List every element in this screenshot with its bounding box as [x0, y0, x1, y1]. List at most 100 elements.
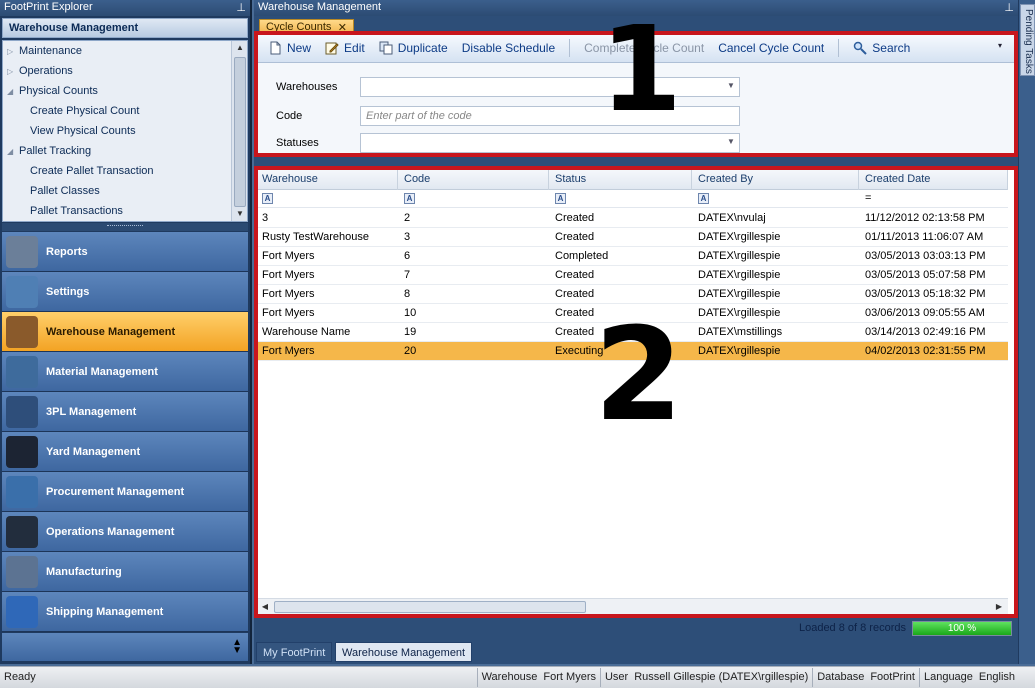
tree-item[interactable]: ◢ Physical Counts	[3, 81, 247, 101]
cell-created-by: DATEX\nvulaj	[698, 212, 766, 224]
tree-item-label: Maintenance	[19, 45, 82, 57]
cell-code: 7	[404, 269, 411, 281]
tree-item[interactable]: Pallet Classes	[3, 181, 247, 201]
edit-icon	[325, 42, 339, 54]
module-button[interactable]: Shipping Management	[2, 592, 248, 632]
column-header[interactable]: Created Date	[859, 168, 1008, 190]
cell-created-date: 03/05/2013 03:03:13 PM	[865, 250, 986, 262]
duplicate-label: Duplicate	[397, 40, 448, 55]
expand-chevron-icon[interactable]: ▲ ▼	[232, 638, 242, 656]
chevron-down-icon[interactable]: ▼	[725, 137, 737, 149]
scroll-thumb[interactable]	[234, 57, 246, 207]
duplicate-icon	[379, 41, 393, 54]
user-status-label: User	[599, 668, 632, 687]
disable-schedule-button[interactable]: Disable Schedule	[462, 41, 555, 55]
tree-item[interactable]: View Physical Counts	[3, 121, 247, 141]
yard-icon	[6, 435, 38, 468]
pending-tasks-tab[interactable]: Pending Tasks	[1020, 4, 1035, 76]
toolbar-separator	[838, 38, 840, 57]
ready-status: Ready	[4, 671, 36, 683]
load-progress-bar: 100 %	[912, 621, 1012, 636]
module-button[interactable]: Yard Management	[2, 432, 248, 472]
cell-code: 3	[404, 231, 411, 243]
manufacturing-icon	[6, 555, 38, 588]
expand-arrow-icon[interactable]: ▷	[7, 62, 19, 82]
cell-status: Created	[555, 231, 595, 243]
warehouses-dropdown[interactable]: ▼	[360, 77, 740, 97]
module-button[interactable]: Procurement Management	[2, 472, 248, 512]
table-row[interactable]: 3 2 Created DATEX\nvulaj 11/12/2012 02:13:58…	[256, 209, 1008, 228]
tree-item[interactable]: ▷ Operations	[3, 61, 247, 81]
cell-created-by: DATEX\rgillespie	[698, 231, 781, 243]
cell-created-date: 04/02/2013 02:31:55 PM	[865, 345, 986, 357]
tree-item[interactable]: Create Pallet Transaction	[3, 161, 247, 181]
new-button[interactable]: New	[268, 41, 311, 55]
statuses-label: Statuses	[276, 137, 319, 149]
new-document-icon	[270, 41, 281, 54]
column-filter-icon[interactable]: A	[698, 193, 709, 204]
tab-warehouse-management[interactable]: Warehouse Management	[335, 642, 473, 662]
column-filter-icon[interactable]: A	[262, 193, 273, 204]
scroll-down-icon[interactable]: ▼	[232, 207, 247, 221]
language-status-label: Language	[918, 668, 977, 687]
module-label: Warehouse Management	[46, 325, 176, 338]
tab-my-footprint[interactable]: My FootPrint	[256, 642, 333, 662]
collapse-arrow-icon[interactable]: ◢	[7, 142, 19, 162]
tree-scrollbar[interactable]: ▲ ▼	[231, 41, 247, 221]
column-header[interactable]: Status	[549, 168, 692, 190]
tree-item[interactable]: ◢ Pallet Tracking	[3, 141, 247, 161]
column-filter-icon[interactable]: A	[555, 193, 566, 204]
module-button[interactable]: Settings	[2, 272, 248, 312]
main-document-area: Warehouse Management ⊥ Cycle Counts ✕ Ne…	[254, 0, 1018, 664]
module-button[interactable]: Material Management	[2, 352, 248, 392]
warehouse-icon	[6, 315, 38, 348]
pin-icon[interactable]: ⊥	[236, 1, 246, 15]
module-label: Procurement Management	[46, 485, 185, 498]
search-icon	[854, 41, 867, 55]
scroll-right-icon[interactable]: ▶	[993, 601, 1005, 613]
edit-button[interactable]: Edit	[325, 41, 365, 55]
pending-tasks-label: Pending Tasks	[1023, 9, 1034, 74]
tree-item-label: View Physical Counts	[30, 125, 136, 137]
warehouse-status-label: Warehouse	[476, 668, 542, 687]
table-row[interactable]: Fort Myers 7 Created DATEX\rgillespie 03/05/…	[256, 266, 1008, 285]
search-button[interactable]: Search	[853, 41, 910, 55]
toolbar-separator	[569, 38, 571, 57]
chevron-down-icon[interactable]: ▼	[725, 81, 737, 93]
duplicate-button[interactable]: Duplicate	[379, 41, 448, 55]
module-button[interactable]: Reports	[2, 232, 248, 272]
pane-splitter[interactable]	[2, 223, 248, 231]
module-button[interactable]: 3PL Management	[2, 392, 248, 432]
collapse-arrow-icon[interactable]: ◢	[7, 82, 19, 102]
scroll-thumb[interactable]	[274, 601, 586, 613]
module-button[interactable]: Warehouse Management	[2, 312, 248, 352]
tree-item[interactable]: ▷ Maintenance	[3, 41, 247, 61]
module-label: Manufacturing	[46, 565, 122, 578]
cell-code: 20	[404, 345, 417, 357]
expand-arrow-icon[interactable]: ▷	[7, 42, 19, 62]
scroll-left-icon[interactable]: ◀	[259, 601, 271, 613]
cell-warehouse: Fort Myers	[262, 269, 315, 281]
toolbar-overflow-icon[interactable]: ▾	[998, 41, 1008, 57]
tree-item[interactable]: Create Physical Count	[3, 101, 247, 121]
search-label: Search	[872, 40, 911, 55]
scroll-up-icon[interactable]: ▲	[232, 41, 247, 55]
column-filter-icon[interactable]: A	[404, 193, 415, 204]
column-header[interactable]: Created By	[692, 168, 859, 190]
module-button[interactable]: Manufacturing	[2, 552, 248, 592]
pin-icon[interactable]: ⊥	[1004, 1, 1014, 15]
date-filter-icon[interactable]: =	[865, 192, 871, 204]
code-input[interactable]: Enter part of the code	[360, 106, 740, 126]
column-header[interactable]: Warehouse	[256, 168, 398, 190]
table-row[interactable]: Fort Myers 6 Completed DATEX\rgillespie 03/0…	[256, 247, 1008, 266]
column-header[interactable]: Code	[398, 168, 549, 190]
cancel-cycle-count-button[interactable]: Cancel Cycle Count	[718, 41, 824, 55]
loaded-records-text: Loaded 8 of 8 records	[798, 622, 906, 634]
module-button[interactable]: Operations Management	[2, 512, 248, 552]
horizontal-scrollbar[interactable]: ◀ ▶	[256, 598, 1008, 614]
table-row[interactable]: Rusty TestWarehouse 3 Created DATEX\rgilles…	[256, 228, 1008, 247]
statuses-dropdown[interactable]: ▼	[360, 133, 740, 153]
tree-item[interactable]: Pallet Transactions	[3, 201, 247, 221]
cell-created-date: 01/11/2013 11:06:07 AM	[865, 231, 984, 243]
module-footer: ▲ ▼	[2, 633, 248, 661]
